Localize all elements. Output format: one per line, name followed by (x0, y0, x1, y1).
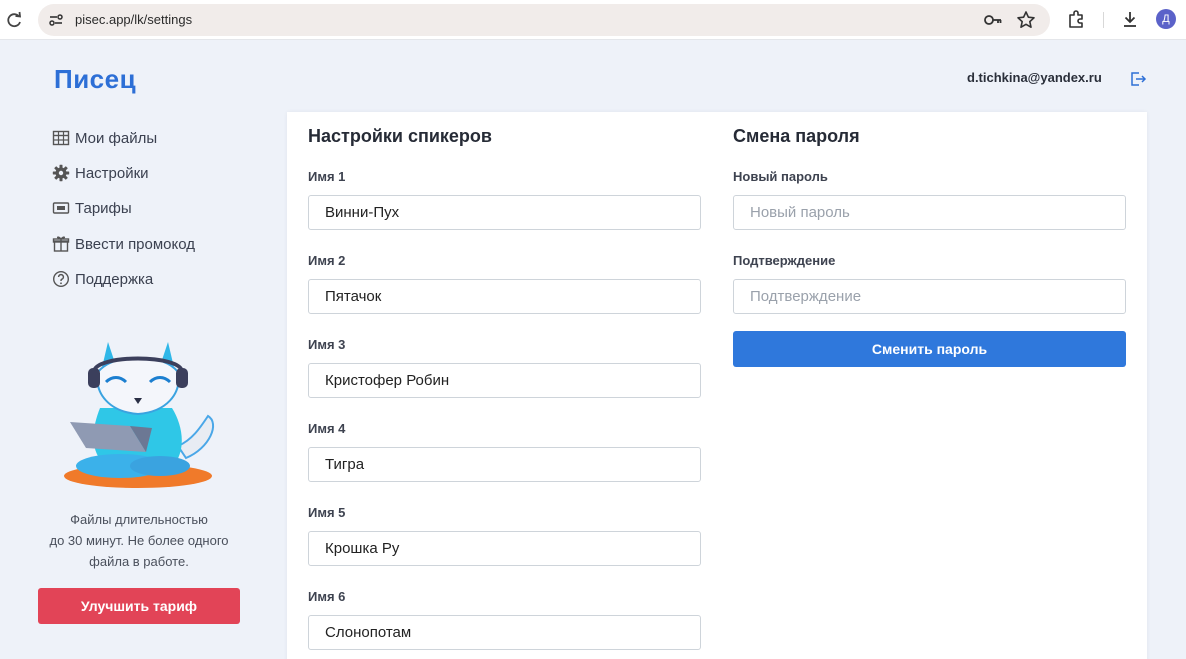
sidebar-item-label: Ввести промокод (75, 235, 196, 253)
profile-avatar[interactable]: Д (1156, 9, 1176, 29)
bookmark-star-icon[interactable] (1016, 10, 1036, 30)
gift-icon (52, 236, 70, 252)
sidebar-item-my-files[interactable]: Мои файлы (52, 126, 157, 150)
sidebar-item-promo[interactable]: Ввести промокод (52, 232, 195, 256)
speaker-5-input[interactable] (308, 531, 701, 566)
confirm-password-label: Подтверждение (733, 253, 836, 268)
gear-icon (52, 164, 70, 182)
settings-card: Настройки спикеров Имя 1 Имя 2 Имя 3 Имя… (287, 112, 1147, 659)
key-icon[interactable] (983, 11, 1003, 29)
plan-note-line: Файлы длительностью (70, 512, 208, 527)
speaker-4-input[interactable] (308, 447, 701, 482)
password-section-title: Смена пароля (733, 126, 860, 146)
sidebar-item-support[interactable]: Поддержка (52, 267, 153, 291)
speaker-3-label: Имя 3 (308, 337, 346, 352)
question-icon (52, 270, 70, 288)
reload-icon[interactable] (4, 10, 24, 30)
site-info-icon[interactable] (48, 12, 64, 28)
confirm-password-input[interactable] (733, 279, 1126, 314)
speaker-1-input[interactable] (308, 195, 701, 230)
change-password-button[interactable]: Сменить пароль (733, 331, 1126, 367)
sidebar-item-tariffs[interactable]: Тарифы (52, 196, 132, 220)
speaker-2-input[interactable] (308, 279, 701, 314)
speaker-3-input[interactable] (308, 363, 701, 398)
user-email: d.tichkina@yandex.ru (967, 70, 1102, 85)
sidebar-item-settings[interactable]: Настройки (52, 161, 149, 185)
sidebar-item-label: Мои файлы (75, 129, 158, 147)
plan-limits-note: Файлы длительностью до 30 минут. Не боле… (30, 509, 248, 572)
speaker-1-label: Имя 1 (308, 169, 346, 184)
app-logo[interactable]: Писец (54, 64, 136, 95)
url-text: pisec.app/lk/settings (75, 12, 193, 27)
speaker-6-input[interactable] (308, 615, 701, 650)
address-bar[interactable]: pisec.app/lk/settings (38, 4, 1050, 36)
fox-mascot-illustration (64, 342, 214, 488)
new-password-input[interactable] (733, 195, 1126, 230)
speaker-5-label: Имя 5 (308, 505, 346, 520)
speaker-4-label: Имя 4 (308, 421, 346, 436)
speaker-2-label: Имя 2 (308, 253, 346, 268)
plan-note-line: файла в работе. (89, 554, 189, 569)
sidebar-item-label: Настройки (75, 164, 149, 182)
table-icon (52, 130, 70, 146)
extensions-icon[interactable] (1066, 9, 1086, 29)
new-password-label: Новый пароль (733, 169, 828, 184)
speakers-section-title: Настройки спикеров (308, 126, 492, 146)
speaker-6-label: Имя 6 (308, 589, 346, 604)
browser-toolbar: pisec.app/lk/settings Д (0, 0, 1186, 40)
plan-note-line: до 30 минут. Не более одного (49, 533, 229, 548)
sidebar-item-label: Тарифы (75, 199, 132, 217)
sidebar-item-label: Поддержка (75, 270, 154, 288)
ticket-icon (52, 202, 70, 214)
toolbar-divider (1103, 12, 1104, 28)
logout-icon[interactable] (1129, 70, 1147, 88)
download-icon[interactable] (1120, 9, 1140, 29)
upgrade-plan-button[interactable]: Улучшить тариф (38, 588, 240, 624)
